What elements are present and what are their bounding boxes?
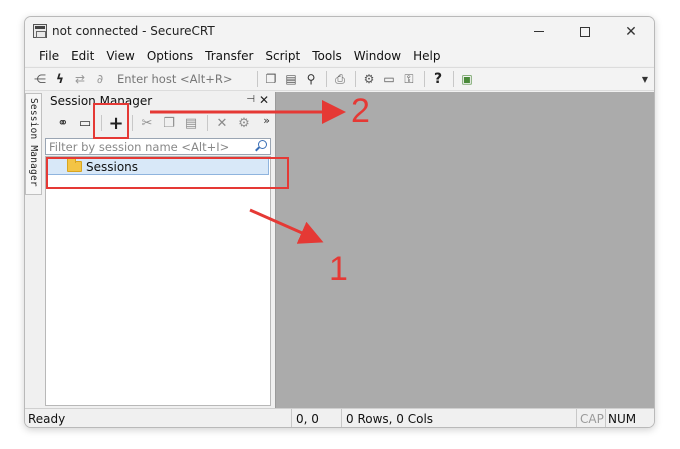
session-manager-side-tab[interactable]: Session Manager (25, 93, 42, 195)
menu-file[interactable]: File (33, 49, 65, 63)
find-icon[interactable]: ⚲ (302, 70, 320, 88)
session-filter-input[interactable]: Filter by session name <Alt+I> (45, 138, 271, 155)
status-divider (291, 409, 292, 427)
menu-tools[interactable]: Tools (306, 49, 348, 63)
session-manager-panel: Session Manager ⊣ ✕ ⚭ ▭ + ✂ ❐ ▤ ✕ ⚙ » Fi… (43, 92, 275, 408)
cut-icon[interactable]: ✂ (137, 113, 157, 133)
properties-icon[interactable]: ⚙ (234, 113, 254, 133)
delete-icon[interactable]: ✕ (212, 113, 232, 133)
maximize-button[interactable] (562, 17, 608, 46)
connect-bar-icon[interactable]: ⋲ (31, 70, 49, 88)
status-num: NUM (608, 412, 637, 426)
search-icon[interactable] (255, 140, 267, 152)
menu-transfer[interactable]: Transfer (199, 49, 259, 63)
window-title: not connected - SecureCRT (52, 24, 215, 38)
print-icon[interactable]: ⎙ (331, 70, 349, 88)
help-icon[interactable]: ? (429, 70, 447, 88)
tree-item-sessions[interactable]: Sessions (47, 158, 269, 175)
toolbar-overflow-icon[interactable]: ▼ (642, 75, 648, 84)
status-bar: Ready 0, 0 0 Rows, 0 Cols CAP NUM (25, 408, 654, 427)
screenshot-icon[interactable]: ▣ (458, 70, 476, 88)
session-toolbar: ⚭ ▭ + ✂ ❐ ▤ ✕ ⚙ (43, 110, 275, 136)
toolbar-separator (101, 115, 102, 131)
menu-edit[interactable]: Edit (65, 49, 100, 63)
menu-script[interactable]: Script (259, 49, 306, 63)
toolbar-separator (132, 115, 133, 131)
host-input[interactable]: Enter host <Alt+R> (117, 72, 247, 86)
maximize-icon (580, 26, 590, 37)
sftp-icon[interactable]: ⚿ (400, 70, 418, 88)
securecrt-window: not connected - SecureCRT ✕ File Edit Vi… (24, 16, 655, 428)
minimize-button[interactable] (516, 17, 562, 46)
toolbar-separator (207, 115, 208, 131)
panel-close-icon[interactable]: ✕ (259, 93, 269, 107)
status-divider (605, 409, 606, 427)
close-icon: ✕ (625, 23, 637, 40)
keymap-icon[interactable]: ▭ (380, 70, 398, 88)
folder-icon (67, 158, 82, 172)
paste-icon[interactable]: ▤ (282, 70, 300, 88)
status-position: 0, 0 (296, 412, 319, 426)
annotation-number-1: 1 (329, 250, 348, 288)
securecrt-app-icon (33, 24, 47, 38)
menu-bar: File Edit View Options Transfer Script T… (25, 46, 654, 66)
status-ready: Ready (28, 412, 66, 426)
toolbar-separator (257, 71, 258, 87)
reconnect-icon[interactable]: ⇄ (71, 70, 89, 88)
title-bar: not connected - SecureCRT ✕ (25, 17, 654, 46)
disconnect-icon[interactable]: ∂ (91, 70, 109, 88)
toolbar-separator (424, 71, 425, 87)
side-tab-label: Session Manager (28, 98, 39, 187)
toolbar-separator (326, 71, 327, 87)
menu-help[interactable]: Help (407, 49, 446, 63)
status-divider (576, 409, 577, 427)
menu-view[interactable]: View (100, 49, 140, 63)
copy-icon[interactable]: ❐ (262, 70, 280, 88)
settings-icon[interactable]: ⚙ (360, 70, 378, 88)
tree-item-label: Sessions (86, 160, 139, 174)
terminal-icon[interactable]: ▭ (75, 113, 95, 133)
close-button[interactable]: ✕ (608, 17, 654, 46)
main-toolbar: ⋲ ϟ ⇄ ∂ Enter host <Alt+R> ❐ ▤ ⚲ ⎙ ⚙ ▭ ⚿… (25, 67, 654, 91)
more-tools-icon[interactable]: » (263, 114, 270, 127)
menu-window[interactable]: Window (348, 49, 407, 63)
toolbar-separator (453, 71, 454, 87)
new-session-button[interactable]: + (106, 113, 126, 134)
annotation-number-2: 2 (351, 92, 370, 130)
status-cap: CAP (580, 412, 604, 426)
status-divider (341, 409, 342, 427)
session-tree: Sessions (45, 156, 271, 406)
link-icon[interactable]: ⚭ (53, 113, 73, 133)
copy-icon[interactable]: ❐ (159, 113, 179, 133)
filter-placeholder: Filter by session name <Alt+I> (49, 139, 230, 154)
toolbar-separator (355, 71, 356, 87)
paste-icon[interactable]: ▤ (181, 113, 201, 133)
pin-icon[interactable]: ⊣ (246, 94, 255, 105)
lightning-icon[interactable]: ϟ (51, 70, 69, 88)
minimize-icon (534, 31, 544, 32)
panel-title: Session Manager (50, 94, 153, 108)
panel-header: Session Manager ⊣ ✕ (43, 92, 275, 110)
status-size: 0 Rows, 0 Cols (346, 412, 434, 426)
menu-options[interactable]: Options (141, 49, 199, 63)
